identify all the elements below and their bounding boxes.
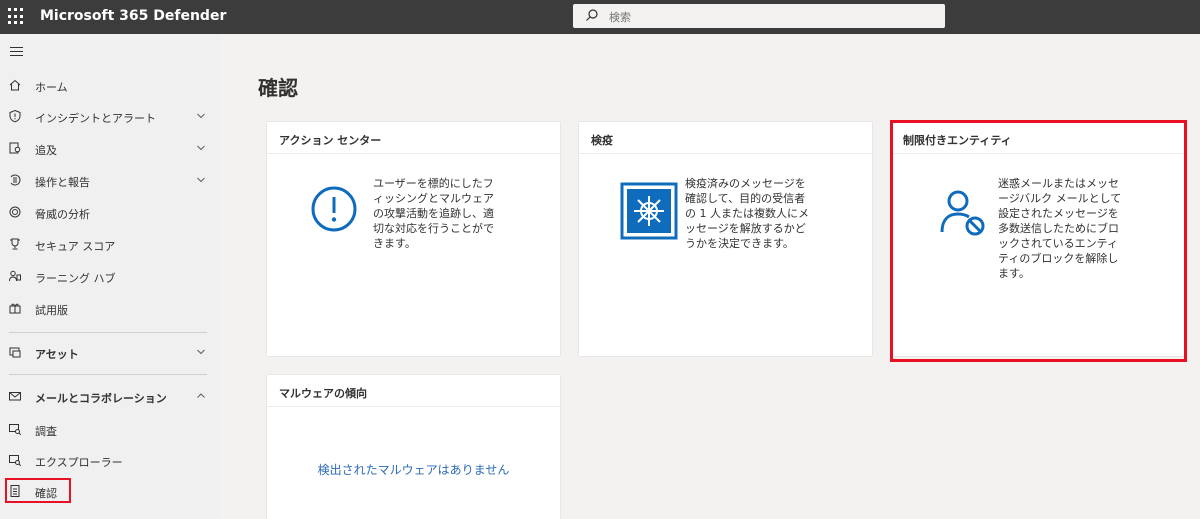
sidebar-item-label: 操作と報告 bbox=[35, 176, 90, 189]
investigate-icon bbox=[9, 424, 22, 436]
sidebar-divider bbox=[9, 332, 207, 333]
sidebar-item-actions-reports[interactable]: 操作と報告 bbox=[0, 167, 219, 195]
sidebar-item-label: インシデントとアラート bbox=[35, 112, 156, 125]
sidebar-item-explorer[interactable]: エクスプローラー bbox=[0, 447, 219, 475]
chevron-down-icon bbox=[197, 113, 205, 119]
sidebar-item-secure-score[interactable]: セキュア スコア bbox=[0, 231, 219, 259]
card-title: アクション センター bbox=[279, 134, 382, 147]
card-title: マルウェアの傾向 bbox=[279, 387, 367, 400]
sidebar-item-label: エクスプローラー bbox=[35, 456, 123, 469]
chevron-down-icon bbox=[197, 349, 205, 355]
sidebar-item-hunting[interactable]: 追及 bbox=[0, 135, 219, 163]
trophy-icon bbox=[10, 238, 20, 250]
explorer-icon bbox=[9, 455, 22, 467]
sidebar-item-email-collab[interactable]: メールとコラボレーション bbox=[0, 383, 219, 411]
alert-circle-icon bbox=[311, 186, 357, 232]
chevron-down-icon bbox=[197, 145, 205, 151]
card-quarantine[interactable]: 検疫 検疫済みのメッセージを確認して、目的の受信者の 1 人または複数人にメッセ… bbox=[579, 122, 872, 356]
sidebar-item-assets[interactable]: アセット bbox=[0, 339, 219, 367]
card-divider bbox=[267, 153, 560, 154]
card-description: ユーザーを標的にしたフィッシングとマルウェアの攻撃活動を追跡し、適切な対応を行う… bbox=[373, 177, 494, 250]
learning-icon bbox=[9, 270, 21, 282]
assets-icon bbox=[9, 347, 21, 358]
sidebar-item-home[interactable]: ホーム bbox=[0, 72, 219, 100]
sidebar-item-investigations[interactable]: 調査 bbox=[0, 416, 219, 444]
waffle-icon[interactable] bbox=[8, 8, 26, 26]
app-title[interactable]: Microsoft 365 Defender bbox=[40, 8, 226, 24]
sidebar-item-label: メールとコラボレーション bbox=[35, 392, 167, 405]
card-description: 検疫済みのメッセージを確認して、目的の受信者の 1 人または複数人にメッセージを… bbox=[685, 177, 809, 250]
page-title: 確認 bbox=[258, 76, 298, 100]
card-malware-trends[interactable]: マルウェアの傾向 検出されたマルウェアはありません bbox=[267, 375, 560, 519]
sidebar-divider bbox=[9, 374, 207, 375]
sidebar-item-label: 脅威の分析 bbox=[35, 208, 90, 221]
sidebar-item-label: アセット bbox=[35, 348, 79, 361]
hunting-icon bbox=[9, 142, 21, 154]
home-icon bbox=[9, 79, 21, 91]
sidebar-item-learning-hub[interactable]: ラーニング ハブ bbox=[0, 263, 219, 291]
sidebar-item-threat-analytics[interactable]: 脅威の分析 bbox=[0, 199, 219, 227]
restricted-entities-highlight bbox=[890, 120, 1187, 362]
top-bar: Microsoft 365 Defender bbox=[0, 0, 1200, 34]
sidebar-item-label: ラーニング ハブ bbox=[35, 272, 116, 285]
chevron-up-icon bbox=[197, 393, 205, 398]
shield-icon bbox=[9, 109, 21, 123]
search-box[interactable] bbox=[573, 4, 945, 28]
sidebar-item-label: 追及 bbox=[35, 144, 57, 157]
card-divider bbox=[267, 406, 560, 407]
empty-state-message: 検出されたマルウェアはありません bbox=[317, 463, 510, 477]
trial-icon bbox=[9, 303, 21, 314]
sidebar-item-label: セキュア スコア bbox=[35, 240, 116, 253]
sidebar-item-label: 調査 bbox=[35, 425, 57, 438]
chevron-down-icon bbox=[197, 177, 205, 183]
search-icon bbox=[586, 9, 598, 21]
sidebar-item-trials[interactable]: 試用版 bbox=[0, 295, 219, 323]
threat-icon bbox=[9, 206, 21, 218]
sidebar-item-label: 試用版 bbox=[35, 304, 68, 317]
sidebar: ホーム インシデントとアラート 追及 操作と報告 脅威の分析 セキュア スコア … bbox=[0, 34, 219, 519]
card-divider bbox=[579, 153, 872, 154]
hamburger-icon[interactable] bbox=[10, 47, 23, 59]
actions-icon bbox=[10, 174, 21, 186]
quarantine-icon bbox=[620, 182, 678, 240]
card-title: 検疫 bbox=[591, 134, 613, 147]
card-action-center[interactable]: アクション センター ユーザーを標的にしたフィッシングとマルウェアの攻撃活動を追… bbox=[267, 122, 560, 356]
search-input[interactable] bbox=[607, 7, 931, 27]
mail-icon bbox=[9, 392, 21, 401]
sidebar-item-label: ホーム bbox=[35, 81, 68, 94]
sidebar-item-incidents[interactable]: インシデントとアラート bbox=[0, 103, 219, 131]
selected-highlight bbox=[5, 478, 71, 503]
